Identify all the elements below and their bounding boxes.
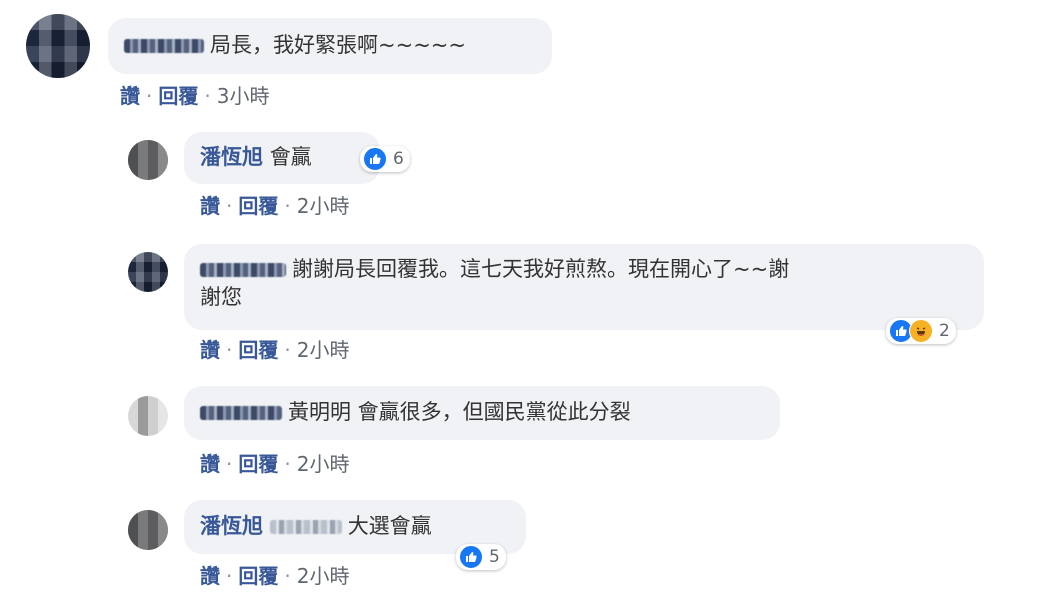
reaction-summary[interactable]: 6 <box>360 146 410 172</box>
reply-link[interactable]: 回覆 <box>238 338 278 362</box>
reply-bubble: 潘恆旭 會贏 <box>184 132 380 184</box>
separator: · <box>226 338 233 362</box>
separator: · <box>226 564 233 588</box>
reaction-summary[interactable]: 5 <box>456 544 506 570</box>
comment-actions: 讚 · 回覆 · 2小時 <box>200 190 349 219</box>
like-link[interactable]: 讚 <box>200 194 220 218</box>
comment-text: 局長，我好緊張啊~~~~~ <box>210 33 466 57</box>
blurred-author-name[interactable] <box>124 39 204 53</box>
blurred-author-name[interactable] <box>200 263 286 277</box>
reaction-count: 5 <box>489 547 500 567</box>
reaction-summary[interactable]: 2 <box>886 318 956 344</box>
like-link[interactable]: 讚 <box>200 452 220 476</box>
comment-bubble: 局長，我好緊張啊~~~~~ <box>108 18 552 74</box>
haha-icon <box>909 319 933 343</box>
comment-text: 會贏 <box>269 145 312 169</box>
timestamp[interactable]: 3小時 <box>217 84 270 108</box>
comment-actions: 讚 · 回覆 · 3小時 <box>120 80 269 109</box>
avatar[interactable] <box>26 14 90 78</box>
reply-link[interactable]: 回覆 <box>238 194 278 218</box>
author-name[interactable]: 潘恆旭 <box>200 514 263 538</box>
comment-text-line2: 謝您 <box>200 285 242 309</box>
comment-text: 黃明明 會贏很多，但國民黨從此分裂 <box>288 400 631 424</box>
like-link[interactable]: 讚 <box>200 564 220 588</box>
separator: · <box>146 84 153 108</box>
reply-link[interactable]: 回覆 <box>158 84 198 108</box>
avatar[interactable] <box>128 140 168 180</box>
like-link[interactable]: 讚 <box>200 338 220 362</box>
comment-text-line1: 謝謝局長回覆我。這七天我好煎熬。現在開心了~~謝 <box>292 257 790 281</box>
timestamp[interactable]: 2小時 <box>297 194 350 218</box>
separator: · <box>284 452 291 476</box>
separator: · <box>284 564 291 588</box>
avatar[interactable] <box>128 510 168 550</box>
like-icon <box>363 147 387 171</box>
comment-actions: 讚 · 回覆 · 2小時 <box>200 448 349 477</box>
reaction-count: 2 <box>939 321 950 341</box>
separator: · <box>284 338 291 362</box>
timestamp[interactable]: 2小時 <box>297 564 350 588</box>
comment-text: 大選會贏 <box>347 514 432 538</box>
author-name[interactable]: 潘恆旭 <box>200 145 263 169</box>
timestamp[interactable]: 2小時 <box>297 452 350 476</box>
reaction-count: 6 <box>393 149 404 169</box>
reply-bubble: 黃明明 會贏很多，但國民黨從此分裂 <box>184 386 780 440</box>
blurred-tag[interactable] <box>269 520 342 534</box>
comment-actions: 讚 · 回覆 · 2小時 <box>200 560 349 589</box>
timestamp[interactable]: 2小時 <box>297 338 350 362</box>
like-icon <box>459 545 483 569</box>
comment-actions: 讚 · 回覆 · 2小時 <box>200 334 349 363</box>
separator: · <box>284 194 291 218</box>
separator: · <box>226 452 233 476</box>
avatar[interactable] <box>128 396 168 436</box>
separator: · <box>204 84 211 108</box>
like-link[interactable]: 讚 <box>120 84 140 108</box>
separator: · <box>226 194 233 218</box>
blurred-author-name[interactable] <box>200 406 282 420</box>
reply-bubble: 謝謝局長回覆我。這七天我好煎熬。現在開心了~~謝 謝您 <box>184 244 984 330</box>
reply-link[interactable]: 回覆 <box>238 564 278 588</box>
reply-link[interactable]: 回覆 <box>238 452 278 476</box>
avatar[interactable] <box>128 252 168 292</box>
